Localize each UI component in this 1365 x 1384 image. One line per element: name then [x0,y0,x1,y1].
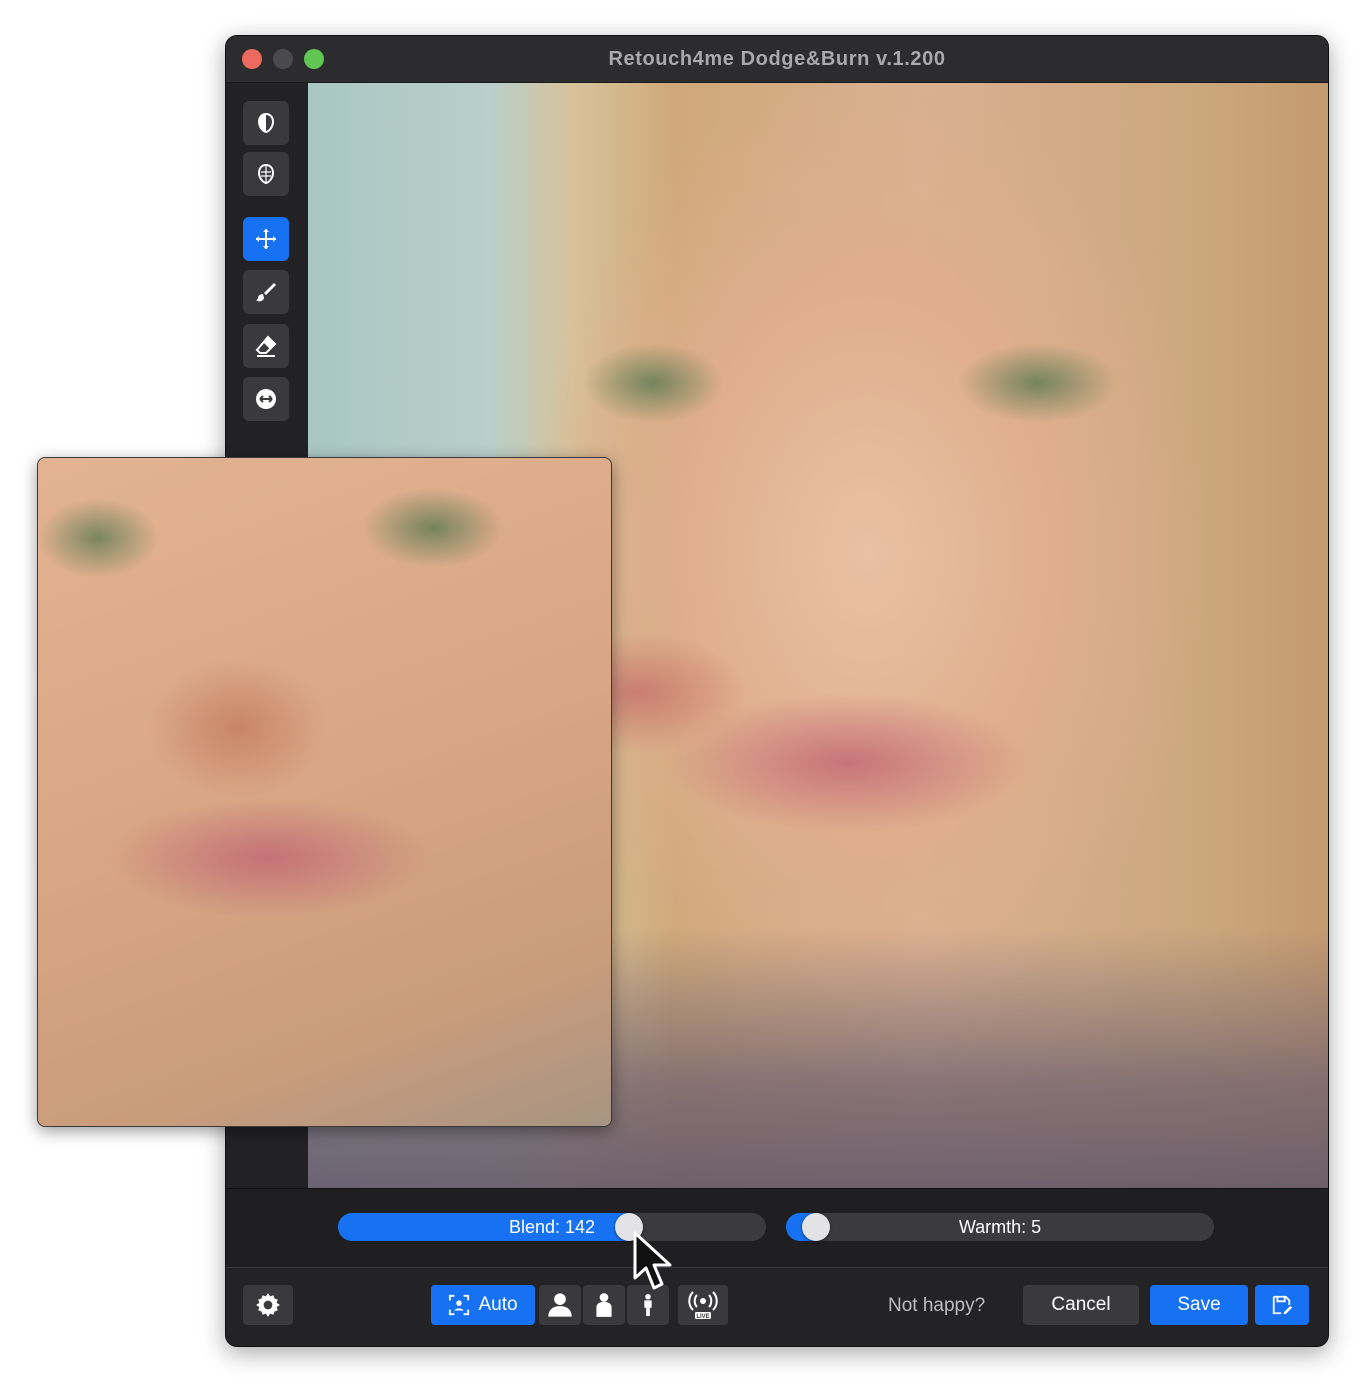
half-body-mode-button[interactable] [583,1285,625,1325]
auto-detect-icon [449,1294,470,1316]
live-badge-text: LIVE [696,1314,709,1320]
live-broadcast-icon: LIVE [688,1291,718,1320]
save-button[interactable]: Save [1150,1285,1248,1325]
save-button-label: Save [1177,1294,1221,1315]
save-edit-icon [1272,1295,1293,1315]
title-bar[interactable]: Retouch4me Dodge&Burn v.1.200 [226,36,1328,83]
live-button[interactable]: LIVE [678,1285,728,1325]
blend-slider-label: Blend: 142 [508,1217,596,1237]
warmth-slider-label: Warmth: 5 [958,1217,1042,1237]
window-title: Retouch4me Dodge&Burn v.1.200 [608,48,946,70]
eraser-tool-button[interactable] [243,324,289,368]
face-half-icon [257,112,275,134]
portrait-icon [548,1293,572,1317]
half-body-icon [596,1293,612,1317]
move-tool-button[interactable] [243,217,289,261]
warmth-slider[interactable]: Warmth: 5 [786,1213,1214,1241]
not-happy-label: Not happy? [888,1295,986,1316]
blend-slider[interactable]: Blend: 142 [338,1213,766,1241]
mouse-cursor-icon [633,1231,672,1290]
auto-button-label: Auto [478,1294,518,1315]
brush-tool-button[interactable] [243,270,289,314]
eraser-icon [255,335,277,357]
face-mask-icon [257,163,275,185]
settings-button[interactable] [243,1285,293,1325]
save-as-button[interactable] [1255,1285,1309,1325]
zoom-preview-inset [37,457,612,1127]
face-mask-tool-button[interactable] [243,152,289,196]
brush-icon [256,283,276,302]
portrait-mode-button[interactable] [539,1285,581,1325]
face-half-tool-button[interactable] [243,101,289,145]
cancel-button-label: Cancel [1051,1294,1111,1315]
full-body-icon [644,1294,652,1316]
auto-button[interactable]: Auto [431,1285,535,1325]
compare-icon [256,389,276,409]
cancel-button[interactable]: Cancel [1023,1285,1139,1325]
bottom-bar: Auto LIVE Not happy? Cancel Save [226,1267,1328,1346]
move-icon [256,229,276,249]
compare-tool-button[interactable] [243,377,289,421]
slider-bar: Blend: 142 Warmth: 5 [226,1188,1328,1267]
warmth-slider-knob[interactable] [802,1213,830,1241]
gear-icon [256,1293,280,1317]
